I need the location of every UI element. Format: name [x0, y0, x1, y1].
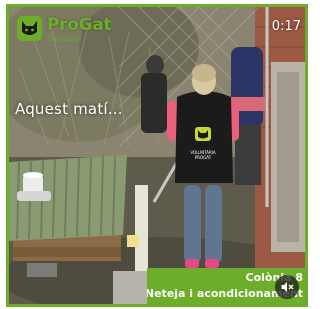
speaker-muted-icon — [281, 282, 294, 292]
brand-name: ProGat — [47, 15, 112, 35]
video-player[interactable]: VOLUNTÀRIA PROGAT ProGat Sabadell 0:17 A… — [6, 4, 308, 307]
brand-logo: ProGat Sabadell — [17, 15, 112, 43]
cat-head-icon — [17, 16, 42, 41]
brand-tagline: Sabadell — [47, 34, 82, 43]
video-scene: VOLUNTÀRIA PROGAT — [9, 7, 305, 304]
video-caption: Aquest matí... — [15, 100, 123, 118]
video-frame[interactable]: VOLUNTÀRIA PROGAT ProGat Sabadell 0:17 A… — [9, 7, 305, 304]
mute-button[interactable] — [275, 275, 299, 299]
elapsed-time: 0:17 — [271, 19, 301, 34]
vest-print-line2: PROGAT — [195, 155, 212, 160]
